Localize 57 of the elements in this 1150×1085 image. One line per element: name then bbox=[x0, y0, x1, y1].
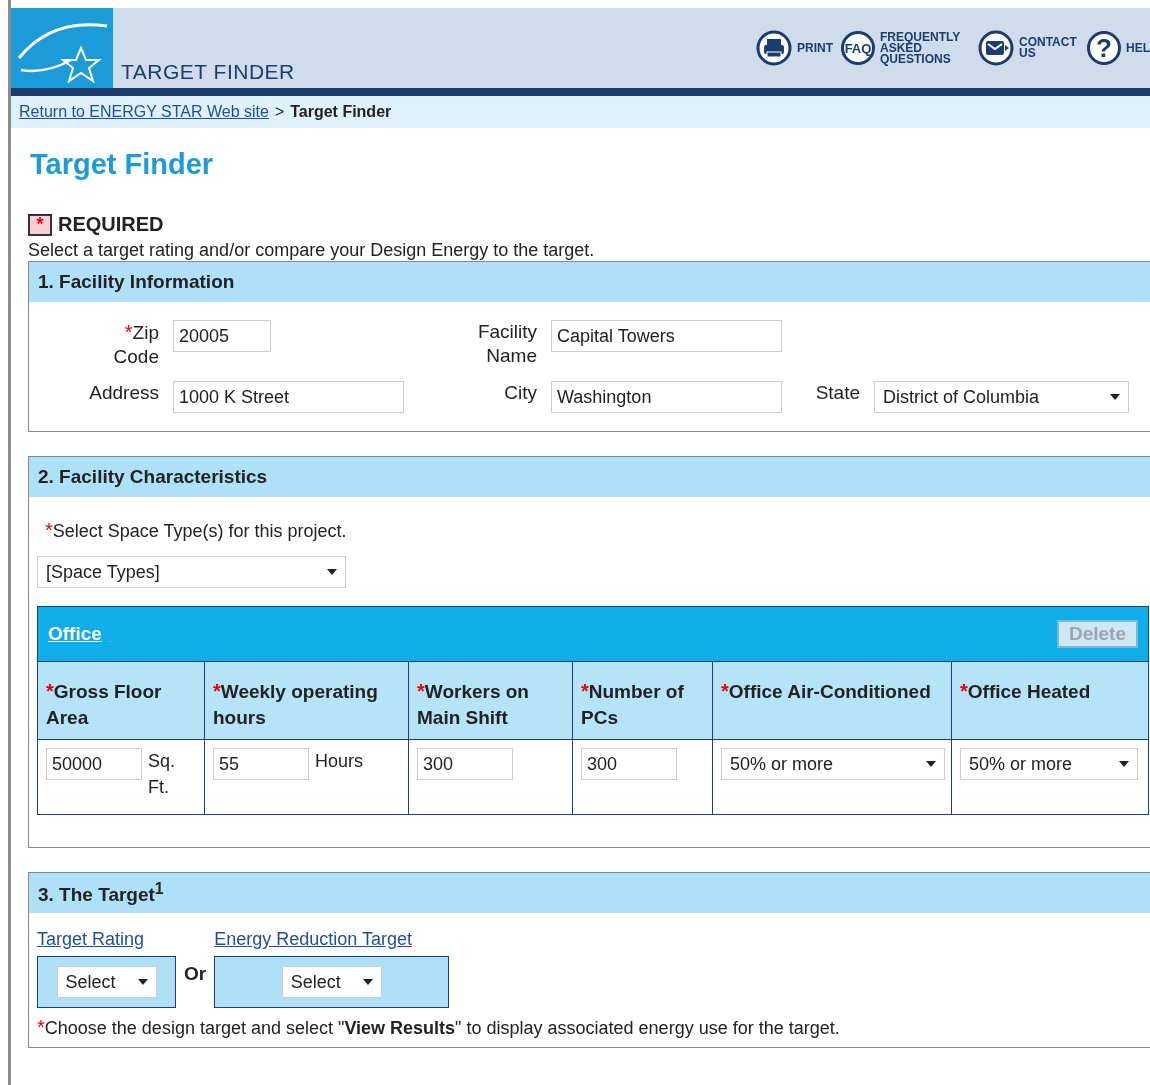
breadcrumb-link[interactable]: Return to ENERGY STAR Web site bbox=[19, 103, 269, 121]
breadcrumb-separator: > bbox=[274, 103, 285, 121]
column-header: *Office Heated bbox=[951, 661, 1148, 739]
column-header: *Weekly operating hours bbox=[204, 661, 408, 739]
prompt-text: *Select Space Type(s) for this project. bbox=[45, 519, 348, 542]
or-label: Or bbox=[184, 963, 207, 985]
column-header: *Workers on Main Shift bbox=[408, 661, 572, 739]
caret-icon bbox=[926, 761, 936, 767]
section-title: 2. Facility Characteristics bbox=[29, 457, 1150, 497]
text-field[interactable]: 20005 bbox=[173, 320, 271, 352]
field-label: *Zip Code bbox=[112, 320, 159, 369]
number-field[interactable]: 300 bbox=[581, 748, 677, 780]
target-select[interactable]: Select bbox=[56, 966, 157, 998]
caret-icon bbox=[1110, 394, 1120, 400]
text-field[interactable]: Capital Towers bbox=[551, 320, 782, 352]
target-link[interactable]: Energy Reduction Target bbox=[214, 929, 412, 950]
text-field[interactable]: 1000 K Street bbox=[173, 381, 404, 413]
number-field[interactable]: 300 bbox=[417, 748, 513, 780]
help-icon: ? bbox=[1087, 31, 1121, 65]
caret-icon bbox=[1119, 761, 1129, 767]
number-field[interactable]: 55 bbox=[213, 748, 309, 780]
target-link[interactable]: Target Rating bbox=[37, 929, 145, 950]
caret-icon bbox=[327, 569, 337, 575]
column-header: *Gross Floor Area bbox=[38, 661, 204, 739]
space-type-select[interactable]: [Space Types] bbox=[37, 556, 346, 588]
caret-icon bbox=[362, 979, 373, 985]
percent-select[interactable]: 50% or more bbox=[721, 748, 945, 780]
unit-label: Sq. Ft. bbox=[148, 750, 177, 799]
page-title: Target Finder bbox=[30, 148, 215, 181]
faq-icon: FAQ bbox=[841, 31, 875, 65]
printer-icon bbox=[756, 30, 792, 66]
intro-text: Select a target rating and/or compare your Design Energy to the target. bbox=[28, 240, 596, 261]
field-label: City bbox=[504, 381, 537, 405]
section-title: 3. The Target$^{1}$ bbox=[29, 873, 1150, 913]
nav-link[interactable]: ? HEL bbox=[1087, 31, 1150, 65]
required-label: REQUIRED bbox=[58, 213, 164, 236]
text-field[interactable]: Washington bbox=[551, 381, 782, 413]
number-field[interactable]: 50000 bbox=[46, 748, 142, 780]
required-marker: * bbox=[28, 213, 52, 236]
note-text: *Choose the design target and select "View Results" to display associated energy use for the target. bbox=[37, 1016, 841, 1039]
nav-link[interactable]: CONTACT US bbox=[978, 30, 1079, 66]
percent-select[interactable]: 50% or more bbox=[960, 748, 1138, 780]
caret-icon bbox=[137, 979, 148, 985]
column-header: *Office Air-Conditioned bbox=[712, 661, 951, 739]
field-label: Facility Name bbox=[476, 320, 537, 368]
field-label: Address bbox=[89, 381, 159, 405]
breadcrumb-current: Target Finder bbox=[290, 103, 392, 121]
section-title: 1. Facility Information bbox=[29, 262, 1150, 302]
unit-label: Hours bbox=[315, 750, 363, 773]
state-select[interactable]: District of Columbia bbox=[874, 381, 1129, 413]
field-label: State bbox=[815, 381, 860, 405]
nav-link[interactable]: PRINT bbox=[756, 30, 833, 66]
app-title: TARGET FINDER bbox=[121, 60, 295, 84]
envelope-icon bbox=[978, 30, 1014, 66]
target-select[interactable]: Select bbox=[281, 966, 382, 998]
logo-icon bbox=[11, 8, 113, 88]
column-header: *Number of PCs bbox=[572, 661, 712, 739]
